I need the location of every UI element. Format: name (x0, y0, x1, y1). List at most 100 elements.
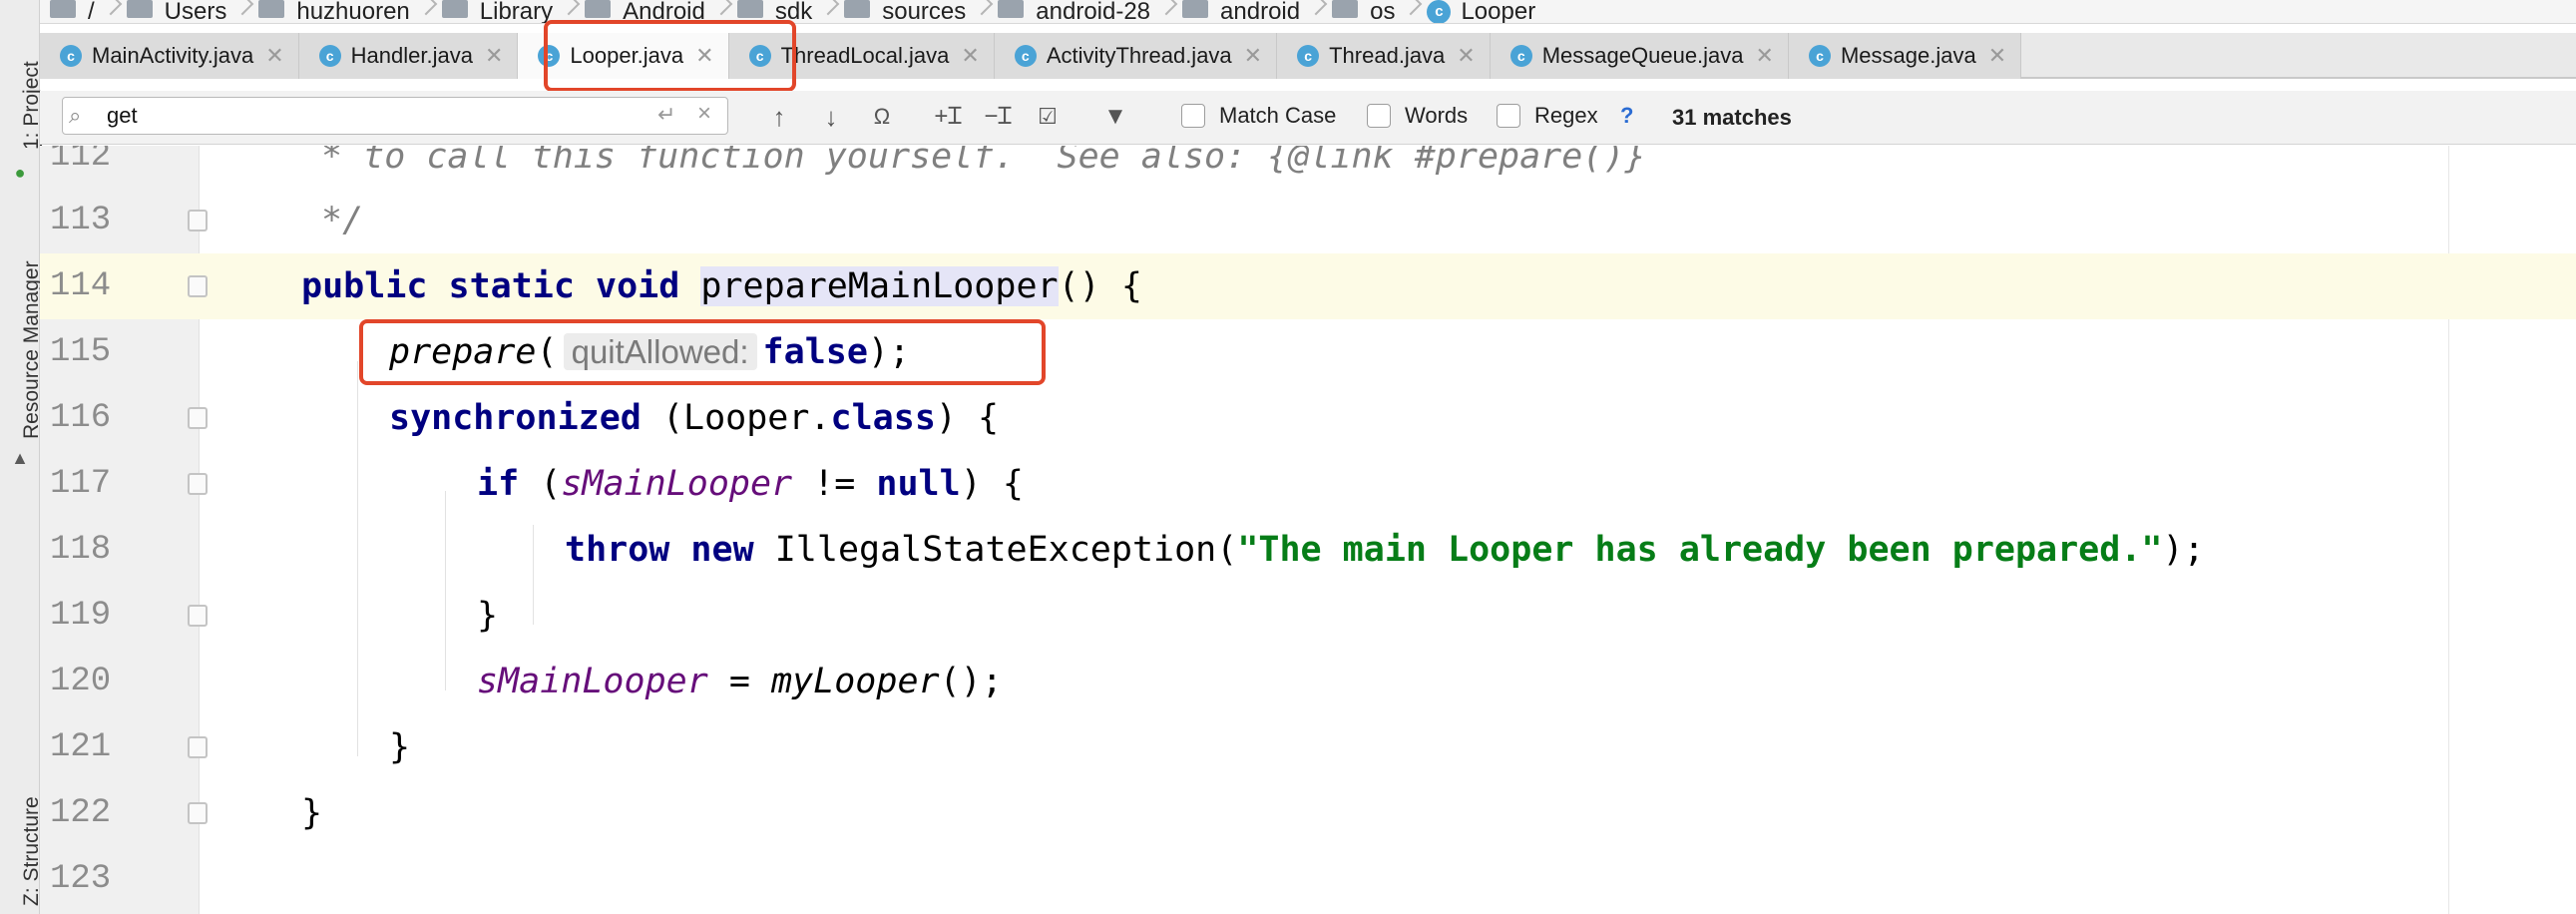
close-icon[interactable]: ✕ (961, 43, 979, 69)
fold-marker-icon[interactable] (188, 736, 208, 758)
checkbox-box[interactable] (1367, 104, 1391, 128)
words-checkbox[interactable]: Words (1367, 103, 1468, 129)
tab-mainactivity[interactable]: c MainActivity.java ✕ (40, 33, 299, 79)
breadcrumb-item[interactable]: Users (126, 0, 226, 23)
breadcrumb-item[interactable]: / (50, 0, 95, 23)
breadcrumb-item[interactable]: os (1332, 0, 1395, 23)
java-class-icon: c (1808, 45, 1831, 67)
tab-looper[interactable]: c Looper.java ✕ (518, 33, 729, 79)
code-line: 118 throw new IllegalStateException("The… (50, 530, 2205, 570)
breadcrumb-item[interactable]: c Looper (1427, 0, 1535, 23)
code-line: 115 prepare(quitAllowed: false); (50, 332, 911, 372)
breadcrumb-item[interactable]: Android (585, 0, 705, 23)
folder-icon (585, 0, 612, 18)
package-folder-icon (998, 0, 1025, 18)
tab-activitythread[interactable]: c ActivityThread.java ✕ (994, 33, 1278, 79)
editor-tabs: c MainActivity.java ✕ c Handler.java ✕ c Loop… (40, 33, 2576, 79)
tab-threadlocal[interactable]: c ThreadLocal.java ✕ (728, 33, 995, 79)
code-line-current: 114 public static void prepareMainLooper… (40, 253, 2576, 319)
search-icon[interactable]: ⌕ (69, 103, 81, 129)
folder-icon (441, 0, 468, 18)
java-class-icon: c (1509, 45, 1532, 67)
java-class-icon: c (748, 45, 771, 67)
chevron-right-icon (418, 0, 434, 23)
breadcrumb-item[interactable]: android (1182, 0, 1300, 23)
add-occurrence-button[interactable]: +Ɪ (928, 99, 968, 135)
select-all-occurrences-button[interactable]: Ω (864, 99, 900, 135)
fold-marker-icon[interactable] (188, 605, 208, 627)
breadcrumb-item[interactable]: Library (441, 0, 553, 23)
java-class-icon: c (318, 45, 341, 67)
method-name: prepareMainLooper (700, 266, 1059, 306)
fold-marker-icon[interactable] (188, 407, 208, 429)
java-class-icon: c (1427, 0, 1452, 23)
breadcrumb-item[interactable]: sources (844, 0, 966, 23)
close-icon[interactable]: ✕ (695, 43, 713, 69)
android-icon: ● (14, 163, 26, 183)
search-field: ⌕ ↵ × (62, 97, 728, 135)
code-line: 112 * to call this function yourself. Se… (50, 146, 1646, 177)
close-icon[interactable]: ✕ (265, 43, 283, 69)
folder-icon (258, 0, 285, 18)
enter-icon: ↵ (657, 102, 676, 127)
package-folder-icon (1182, 0, 1209, 18)
previous-occurrence-button[interactable]: ↑ (764, 99, 794, 135)
regex-help-icon[interactable]: ? (1620, 103, 1633, 129)
breadcrumb-item[interactable]: sdk (736, 0, 812, 23)
java-class-icon: c (538, 45, 561, 67)
folder-icon (50, 0, 76, 18)
remove-occurrence-button[interactable]: −Ɪ (978, 99, 1018, 135)
clear-icon[interactable]: × (697, 100, 711, 128)
code-line: 123 (50, 860, 112, 898)
package-folder-icon (1332, 0, 1359, 18)
fold-marker-icon[interactable] (188, 210, 208, 231)
search-input[interactable] (107, 102, 626, 130)
filter-icon[interactable]: ▼ (1097, 99, 1133, 135)
code-line: 122 } (50, 793, 323, 833)
chevron-right-icon (1158, 0, 1174, 23)
breadcrumb: / Users huzhuoren Library Android sdk so… (40, 0, 2576, 24)
tab-messagequeue[interactable]: c MessageQueue.java ✕ (1490, 33, 1789, 79)
java-class-icon: c (60, 45, 82, 67)
java-class-icon: c (1014, 45, 1037, 67)
checkbox-box[interactable] (1181, 104, 1205, 128)
match-count: 31 matches (1672, 105, 1792, 130)
code-line: 116 synchronized (Looper.class) { (50, 398, 1000, 438)
close-icon[interactable]: ✕ (1988, 43, 2006, 69)
chevron-right-icon (713, 0, 729, 23)
code-editor[interactable]: 112 * to call this function yourself. Se… (40, 146, 2576, 914)
regex-checkbox[interactable]: Regex (1497, 103, 1598, 129)
code-line: 120 sMainLooper = myLooper(); (50, 662, 1003, 701)
folder-icon (736, 0, 763, 18)
fold-marker-icon[interactable] (188, 802, 208, 824)
fold-marker-icon[interactable] (188, 275, 208, 297)
close-icon[interactable]: ✕ (1244, 43, 1262, 69)
fold-marker-icon[interactable] (188, 473, 208, 495)
select-all-button[interactable]: ☑ (1028, 99, 1068, 135)
match-case-checkbox[interactable]: Match Case (1181, 103, 1336, 129)
find-bar: ⌕ ↵ × ↑ ↓ Ω +Ɪ −Ɪ ☑ ▼ Match Case Words R… (40, 91, 2576, 145)
code-line: 117 if (sMainLooper != null) { (50, 464, 1024, 504)
code-line: 121 } (50, 727, 411, 767)
next-occurrence-button[interactable]: ↓ (816, 99, 846, 135)
close-icon[interactable]: ✕ (1457, 43, 1475, 69)
chevron-right-icon (1308, 0, 1324, 23)
code-line: 113 */ (50, 201, 364, 240)
tab-message[interactable]: c Message.java ✕ (1788, 33, 2022, 79)
code-line: 119 } (50, 596, 499, 636)
close-icon[interactable]: ✕ (1756, 43, 1774, 69)
tab-thread[interactable]: c Thread.java ✕ (1277, 33, 1491, 79)
chevron-right-icon (234, 0, 250, 23)
chevron-right-icon (820, 0, 836, 23)
tab-handler[interactable]: c Handler.java ✕ (298, 33, 519, 79)
breadcrumb-item[interactable]: android-28 (998, 0, 1150, 23)
chevron-right-icon (561, 0, 577, 23)
shapes-icon: ▲ (11, 448, 29, 468)
chevron-right-icon (974, 0, 990, 23)
tool-window-stripe: 1: Project ● Resource Manager ▲ Z: Struc… (0, 0, 43, 914)
close-icon[interactable]: ✕ (485, 43, 503, 69)
ide-window: { "breadcrumb": { "items": [ {"label": "… (0, 0, 2576, 914)
java-class-icon: c (1297, 45, 1320, 67)
breadcrumb-item[interactable]: huzhuoren (258, 0, 410, 23)
checkbox-box[interactable] (1497, 104, 1520, 128)
